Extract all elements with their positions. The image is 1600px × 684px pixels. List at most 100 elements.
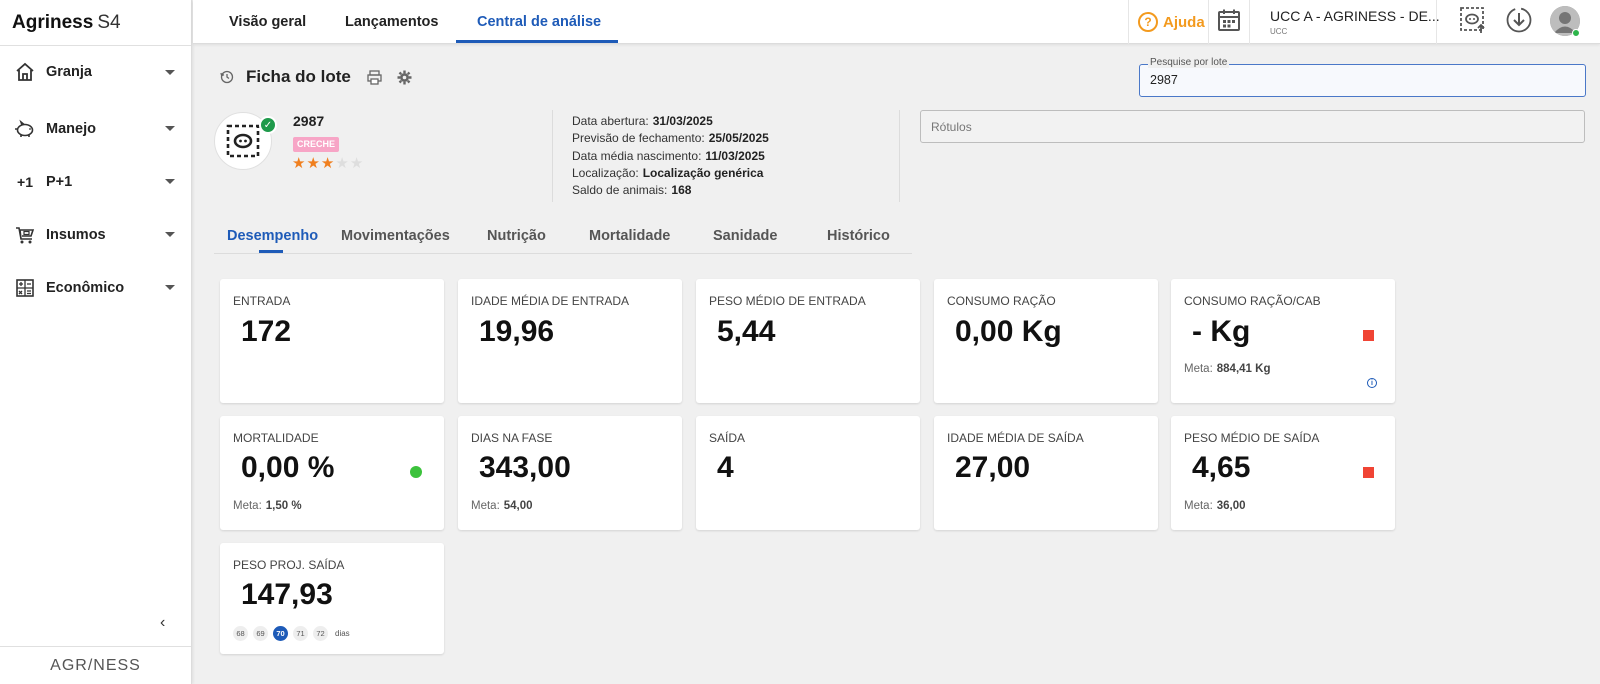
download-icon xyxy=(1505,6,1533,39)
tab-lancamentos[interactable]: Lançamentos xyxy=(345,0,438,44)
sidebar-item-granja[interactable]: Granja xyxy=(0,50,191,94)
info-label: Previsão de fechamento: xyxy=(572,131,705,146)
info-label: Saldo de animais: xyxy=(572,183,668,198)
farm-selector[interactable]: UCC A - AGRINESS - DE... UCC xyxy=(1270,8,1440,36)
help-button[interactable]: ? Ajuda xyxy=(1128,0,1208,44)
kpi-value: 172 xyxy=(241,315,292,348)
status-indicator-bad xyxy=(1363,467,1374,478)
meta-value: 36,00 xyxy=(1216,500,1246,512)
day-option-selected[interactable]: 70 xyxy=(273,626,288,641)
meta-label: Meta: xyxy=(471,500,500,512)
kpi-card-peso-entrada: PESO MÉDIO DE ENTRADA 5,44 xyxy=(696,279,920,403)
section-tabs: Desempenho Movimentações Nutrição Mortal… xyxy=(214,222,912,254)
meta-value: 54,00 xyxy=(503,500,533,512)
days-label: dias xyxy=(335,629,350,638)
tab-central-analise[interactable]: Central de análise xyxy=(477,0,601,44)
star-filled-icon: ★ xyxy=(306,155,321,172)
kpi-value: 0,00 % xyxy=(241,451,335,484)
meta-label: Meta: xyxy=(1184,500,1213,512)
tab-visao-geral[interactable]: Visão geral xyxy=(229,0,306,44)
divider xyxy=(552,110,553,202)
sidebar-item-manejo[interactable]: Manejo xyxy=(0,102,191,155)
cart-icon xyxy=(14,224,36,246)
kpi-value: - Kg xyxy=(1192,315,1251,348)
sidebar-item-economico[interactable]: Econômico xyxy=(0,261,191,314)
chevron-down-icon xyxy=(165,285,175,290)
info-icon[interactable]: i xyxy=(1367,378,1377,388)
help-label: Ajuda xyxy=(1163,13,1205,31)
day-option[interactable]: 72 xyxy=(313,626,328,641)
info-value: Localização genérica xyxy=(642,165,764,180)
tab-historico[interactable]: Histórico xyxy=(827,228,890,244)
lote-search-field[interactable]: Pesquise por lote xyxy=(1139,57,1586,97)
kpi-meta: Meta: 884,41 Kg xyxy=(1184,363,1270,375)
history-back-icon[interactable] xyxy=(220,70,234,84)
kpi-title: SAÍDA xyxy=(709,431,746,445)
projection-day-selector: 68 69 70 71 72 dias xyxy=(233,626,350,641)
brand-logo[interactable]: Agriness S4 xyxy=(0,0,191,46)
kpi-value: 4 xyxy=(717,451,734,484)
status-indicator-good xyxy=(410,466,422,478)
info-row-saldo: Saldo de animais: 168 xyxy=(572,182,769,199)
kpi-card-idade-saida: IDADE MÉDIA DE SAÍDA 27,00 xyxy=(934,416,1158,530)
page-header: Ficha do lote xyxy=(220,64,427,90)
kpi-value: 343,00 xyxy=(479,451,571,484)
rotulos-field[interactable]: Rótulos xyxy=(920,110,1585,143)
day-option[interactable]: 69 xyxy=(253,626,268,641)
print-icon[interactable] xyxy=(367,69,383,85)
info-value: 25/05/2025 xyxy=(708,131,769,146)
sidebar: Agriness S4 Granja Manejo +1 P+1 Insumos … xyxy=(0,0,192,684)
sidebar-item-insumos[interactable]: Insumos xyxy=(0,208,191,261)
tab-mortalidade[interactable]: Mortalidade xyxy=(589,228,670,244)
kpi-title: CONSUMO RAÇÃO/CAB xyxy=(1184,294,1321,308)
sidebar-item-label: Insumos xyxy=(46,226,106,243)
kpi-card-dias-fase: DIAS NA FASE 343,00 Meta: 54,00 xyxy=(458,416,682,530)
phase-badge: CRECHE xyxy=(293,137,340,152)
kpi-meta: Meta: 54,00 xyxy=(471,500,533,512)
kpi-value: 0,00 Kg xyxy=(955,315,1062,348)
kpi-card-peso-proj: PESO PROJ. SAÍDA 147,93 68 69 70 71 72 d… xyxy=(220,543,444,654)
sidebar-item-label: Manejo xyxy=(46,120,96,137)
kpi-title: ENTRADA xyxy=(233,294,291,308)
info-value: 31/03/2025 xyxy=(652,114,713,128)
lote-search-input[interactable] xyxy=(1150,73,1570,87)
question-icon: ? xyxy=(1138,12,1158,32)
kpi-card-peso-saida: PESO MÉDIO DE SAÍDA 4,65 Meta: 36,00 xyxy=(1171,416,1395,530)
active-tab-indicator xyxy=(456,40,618,43)
kpi-value: 27,00 xyxy=(955,451,1031,484)
search-legend: Pesquise por lote xyxy=(1148,57,1230,68)
kpi-card-consumo-cab: CONSUMO RAÇÃO/CAB - Kg Meta: 884,41 Kg i xyxy=(1171,279,1395,403)
farm-name: UCC A - AGRINESS - DE... xyxy=(1270,8,1440,24)
tab-desempenho[interactable]: Desempenho xyxy=(227,228,318,244)
tab-movimentacoes[interactable]: Movimentações xyxy=(341,228,450,244)
chevron-down-icon xyxy=(165,232,175,237)
meta-label: Meta: xyxy=(233,500,262,512)
calendar-button[interactable] xyxy=(1208,0,1250,44)
day-option[interactable]: 71 xyxy=(293,626,308,641)
lote-info: Data abertura: 31/03/2025 Previsão de fec… xyxy=(572,113,769,199)
kpi-card-entrada: ENTRADA 172 xyxy=(220,279,444,403)
check-icon: ✓ xyxy=(259,116,277,134)
day-option[interactable]: 68 xyxy=(233,626,248,641)
farm-subtitle: UCC xyxy=(1270,27,1288,36)
info-row-localizacao: Localização: Localização genérica xyxy=(572,165,769,182)
chevron-down-icon xyxy=(165,179,175,184)
download-button[interactable] xyxy=(1503,6,1535,38)
tab-nutricao[interactable]: Nutrição xyxy=(487,228,546,244)
online-status-dot xyxy=(1572,29,1580,37)
meta-value: 1,50 % xyxy=(265,500,302,512)
sidebar-item-p1[interactable]: +1 P+1 xyxy=(0,155,191,208)
info-label: Data média nascimento: xyxy=(572,148,702,163)
sidebar-item-label: P+1 xyxy=(46,173,73,190)
info-value: 11/03/2025 xyxy=(705,148,765,163)
plus-one-icon: +1 xyxy=(17,173,33,190)
kpi-title: MORTALIDADE xyxy=(233,431,319,445)
kpi-title: CONSUMO RAÇÃO xyxy=(947,294,1056,308)
gear-icon[interactable] xyxy=(397,69,413,85)
lote-upload-button[interactable] xyxy=(1457,6,1489,38)
status-indicator-bad xyxy=(1363,330,1374,341)
collapse-sidebar-button[interactable]: ‹ xyxy=(160,614,165,632)
footer-logo: AGR/NESS xyxy=(0,646,191,684)
tab-sanidade[interactable]: Sanidade xyxy=(713,228,777,244)
kpi-value: 5,44 xyxy=(717,315,776,348)
